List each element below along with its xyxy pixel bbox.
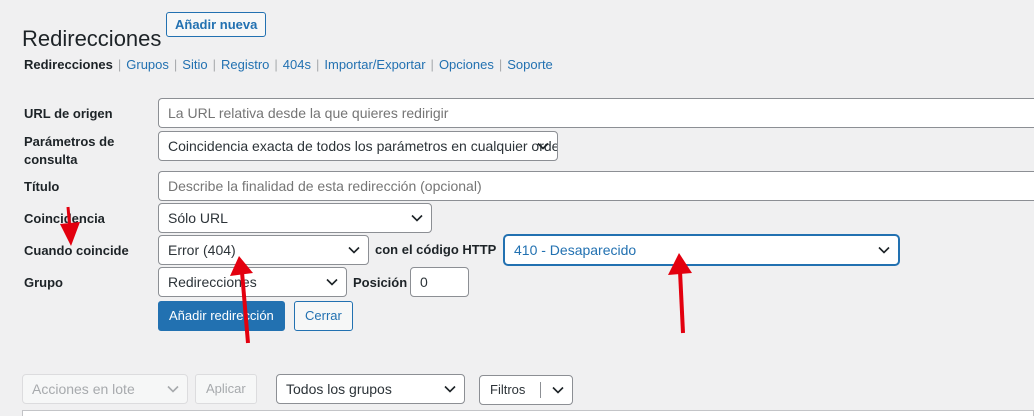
arrow-annotation-when-matched xyxy=(60,206,80,246)
arrow-annotation-http-code xyxy=(668,253,692,334)
arrow-annotation-action-type xyxy=(230,256,253,344)
annotation-arrows xyxy=(60,206,692,344)
